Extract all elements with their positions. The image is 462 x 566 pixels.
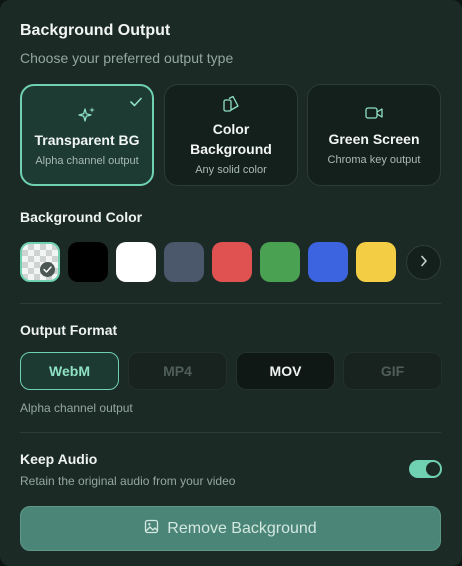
- remove-background-label: Remove Background: [167, 519, 317, 537]
- output-type-name-line2: Background: [190, 141, 272, 157]
- swatch-slate[interactable]: [164, 242, 204, 282]
- palette-icon: [165, 95, 297, 113]
- swatch-red[interactable]: [212, 242, 252, 282]
- image-icon: [144, 519, 159, 539]
- output-type-green-screen-card[interactable]: Green Screen Chroma key output: [307, 84, 441, 186]
- format-gif-button[interactable]: GIF: [343, 352, 442, 390]
- output-type-name: Transparent BG: [34, 132, 140, 148]
- swatch-yellow[interactable]: [356, 242, 396, 282]
- sparkles-icon: [22, 106, 152, 124]
- toggle-knob: [426, 462, 440, 476]
- output-type-transparent-card[interactable]: Transparent BG Alpha channel output: [20, 84, 154, 186]
- remove-background-button[interactable]: Remove Background: [20, 506, 441, 551]
- output-type-name-line1: Color: [212, 121, 250, 137]
- keep-audio-toggle[interactable]: [409, 460, 442, 478]
- output-type-description: Chroma key output: [327, 154, 421, 166]
- divider: [20, 303, 441, 304]
- swatch-transparent[interactable]: [20, 242, 60, 282]
- format-mp4-button[interactable]: MP4: [128, 352, 227, 390]
- check-icon: [40, 262, 55, 277]
- panel-subtitle: Choose your preferred output type: [20, 50, 234, 66]
- format-webm-button[interactable]: WebM: [20, 352, 119, 390]
- output-type-name: Green Screen: [328, 131, 420, 147]
- swatch-black[interactable]: [68, 242, 108, 282]
- divider: [20, 432, 441, 433]
- swatch-green[interactable]: [260, 242, 300, 282]
- keep-audio-description: Retain the original audio from your vide…: [20, 474, 236, 488]
- output-type-color-card[interactable]: Color Background Any solid color: [164, 84, 298, 186]
- output-format-label: Output Format: [20, 322, 118, 338]
- output-type-description: Alpha channel output: [35, 155, 139, 167]
- format-hint: Alpha channel output: [20, 401, 133, 415]
- output-type-description: Any solid color: [195, 164, 267, 176]
- next-swatches-button[interactable]: [406, 245, 441, 280]
- background-output-panel: Background Output Choose your preferred …: [0, 0, 462, 566]
- video-camera-icon: [308, 105, 440, 123]
- swatch-blue[interactable]: [308, 242, 348, 282]
- format-mov-button[interactable]: MOV: [236, 352, 335, 390]
- chevron-right-icon: [420, 254, 428, 272]
- swatch-white[interactable]: [116, 242, 156, 282]
- keep-audio-label: Keep Audio: [20, 451, 98, 467]
- panel-title: Background Output: [20, 22, 171, 39]
- background-color-label: Background Color: [20, 209, 143, 225]
